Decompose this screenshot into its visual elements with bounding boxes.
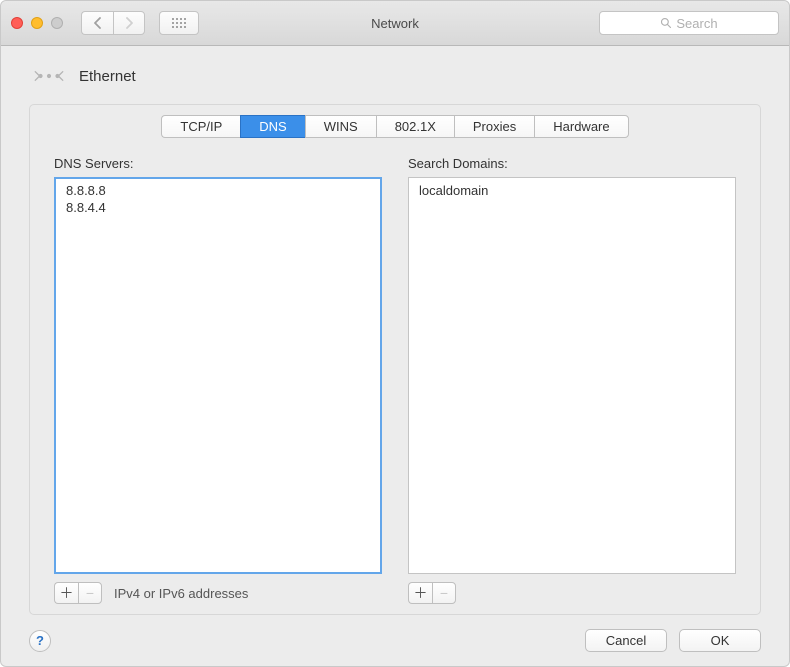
connection-header: Ethernet <box>33 64 761 88</box>
grid-icon <box>172 18 186 28</box>
cancel-button[interactable]: Cancel <box>585 629 667 652</box>
connection-name: Ethernet <box>79 68 136 85</box>
search-domains-list[interactable]: localdomain <box>408 177 736 574</box>
window-controls <box>11 17 63 29</box>
preferences-window: Network Search Ethernet TCP/IP DNS <box>0 0 790 667</box>
dns-hint: IPv4 or IPv6 addresses <box>114 586 248 601</box>
tabs: TCP/IP DNS WINS 802.1X Proxies Hardware <box>54 115 736 138</box>
search-domains-column: Search Domains: localdomain ＋ − <box>408 156 736 604</box>
search-placeholder: Search <box>676 16 717 31</box>
bottom-row: ? Cancel OK <box>29 629 761 652</box>
search-icon <box>660 17 672 29</box>
search-input[interactable]: Search <box>599 11 779 35</box>
dns-servers-list[interactable]: 8.8.8.8 8.8.4.4 <box>54 177 382 574</box>
show-all-button[interactable] <box>159 11 199 35</box>
domains-list-footer: ＋ − <box>408 582 736 604</box>
action-buttons: Cancel OK <box>585 629 761 652</box>
forward-button[interactable] <box>113 11 145 35</box>
dns-add-button[interactable]: ＋ <box>54 582 78 604</box>
list-item[interactable]: 8.8.8.8 <box>56 182 380 199</box>
lists-row: DNS Servers: 8.8.8.8 8.8.4.4 ＋ − <box>54 156 736 604</box>
content-area: Ethernet TCP/IP DNS WINS 802.1X Proxies … <box>1 46 789 666</box>
tab-dns[interactable]: DNS <box>240 115 304 138</box>
zoom-button <box>51 17 63 29</box>
domains-add-button[interactable]: ＋ <box>408 582 432 604</box>
domains-add-remove: ＋ − <box>408 582 456 604</box>
dns-list-footer: ＋ − IPv4 or IPv6 addresses <box>54 582 382 604</box>
back-button[interactable] <box>81 11 113 35</box>
help-icon: ? <box>36 633 44 648</box>
dns-servers-column: DNS Servers: 8.8.8.8 8.8.4.4 ＋ − <box>54 156 382 604</box>
nav-buttons <box>81 11 145 35</box>
ok-button[interactable]: OK <box>679 629 761 652</box>
plus-icon: ＋ <box>414 583 428 603</box>
tab-tcpip[interactable]: TCP/IP <box>161 115 240 138</box>
plus-icon: ＋ <box>60 583 74 603</box>
titlebar: Network Search <box>1 1 789 46</box>
search-domains-label: Search Domains: <box>408 156 736 171</box>
settings-panel: TCP/IP DNS WINS 802.1X Proxies Hardware … <box>29 104 761 615</box>
close-button[interactable] <box>11 17 23 29</box>
minus-icon: − <box>86 585 94 601</box>
list-item[interactable]: 8.8.4.4 <box>56 199 380 216</box>
minimize-button[interactable] <box>31 17 43 29</box>
help-button[interactable]: ? <box>29 630 51 652</box>
dns-remove-button[interactable]: − <box>78 582 102 604</box>
tab-hardware[interactable]: Hardware <box>534 115 628 138</box>
dns-add-remove: ＋ − <box>54 582 102 604</box>
minus-icon: − <box>440 585 448 601</box>
tab-8021x[interactable]: 802.1X <box>376 115 454 138</box>
domains-remove-button[interactable]: − <box>432 582 456 604</box>
list-item[interactable]: localdomain <box>409 182 735 199</box>
ethernet-icon <box>33 64 65 88</box>
tab-proxies[interactable]: Proxies <box>454 115 534 138</box>
dns-servers-label: DNS Servers: <box>54 156 382 171</box>
tab-wins[interactable]: WINS <box>305 115 376 138</box>
